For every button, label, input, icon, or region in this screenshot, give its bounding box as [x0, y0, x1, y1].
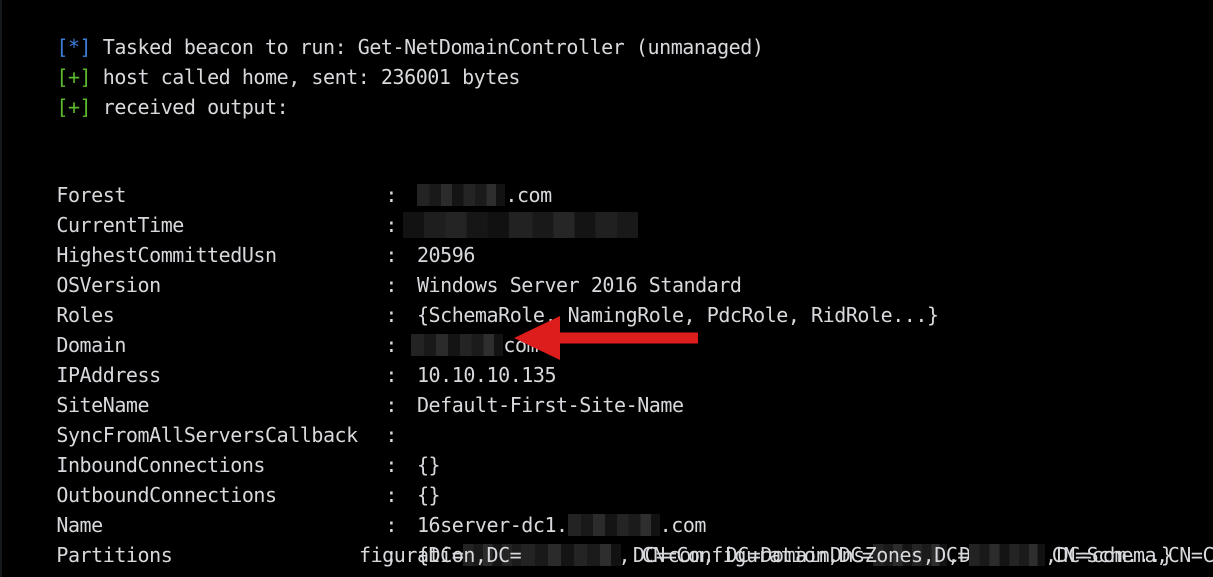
log-line-received-output: [+] received output:	[10, 62, 288, 152]
redaction-block	[969, 544, 1046, 566]
property-row-sitename: SiteName: Default-First-Site-Name	[10, 360, 1213, 417]
property-row-partitions-continuation: figuration,DC= DC=com, DC=DomainDnsZones…	[359, 540, 1173, 570]
log-line-received-output-text: received output:	[91, 95, 289, 119]
property-row-name: Name: 16server-dc1. .com	[10, 480, 1213, 537]
status-tag-success: [+]	[56, 95, 92, 119]
property-row-highestcommittedusn: HighestCommittedUsn: 20596	[10, 210, 1213, 267]
partitions-line2-mid: DC=com, DC=DomainDnsZones,DC=	[621, 543, 970, 567]
property-key: Partitions	[56, 543, 173, 567]
property-row-forest: Forest: .com	[10, 150, 1213, 207]
partitions-line2-prefix: figuration,DC=	[359, 543, 522, 567]
terminal-output-pane: [*] Tasked beacon to run: Get-NetDomainC…	[0, 0, 1213, 577]
property-row-ipaddress: IPAddress: 10.10.10.135	[10, 330, 1213, 387]
property-row-syncfromallserverscallback: SyncFromAllServersCallback:	[10, 390, 1213, 447]
property-row-outboundconnections: OutboundConnections: {}	[10, 450, 1213, 507]
property-row-roles: Roles: {SchemaRole, NamingRole, PdcRole,…	[10, 270, 1213, 327]
property-row-inboundconnections: InboundConnections: {}	[10, 420, 1213, 477]
partitions-line2-tail: ,DC=com...}	[1045, 543, 1173, 567]
property-row-currenttime: CurrentTime:	[10, 180, 1213, 238]
property-row-domain: Domain: com	[10, 300, 1213, 357]
property-row-osversion: OSVersion: Windows Server 2016 Standard	[10, 240, 1213, 297]
redaction-block	[521, 544, 622, 566]
property-row-partitions: Partitions: {DC= ,DC=com, CN=Configuratio…	[10, 510, 1213, 567]
